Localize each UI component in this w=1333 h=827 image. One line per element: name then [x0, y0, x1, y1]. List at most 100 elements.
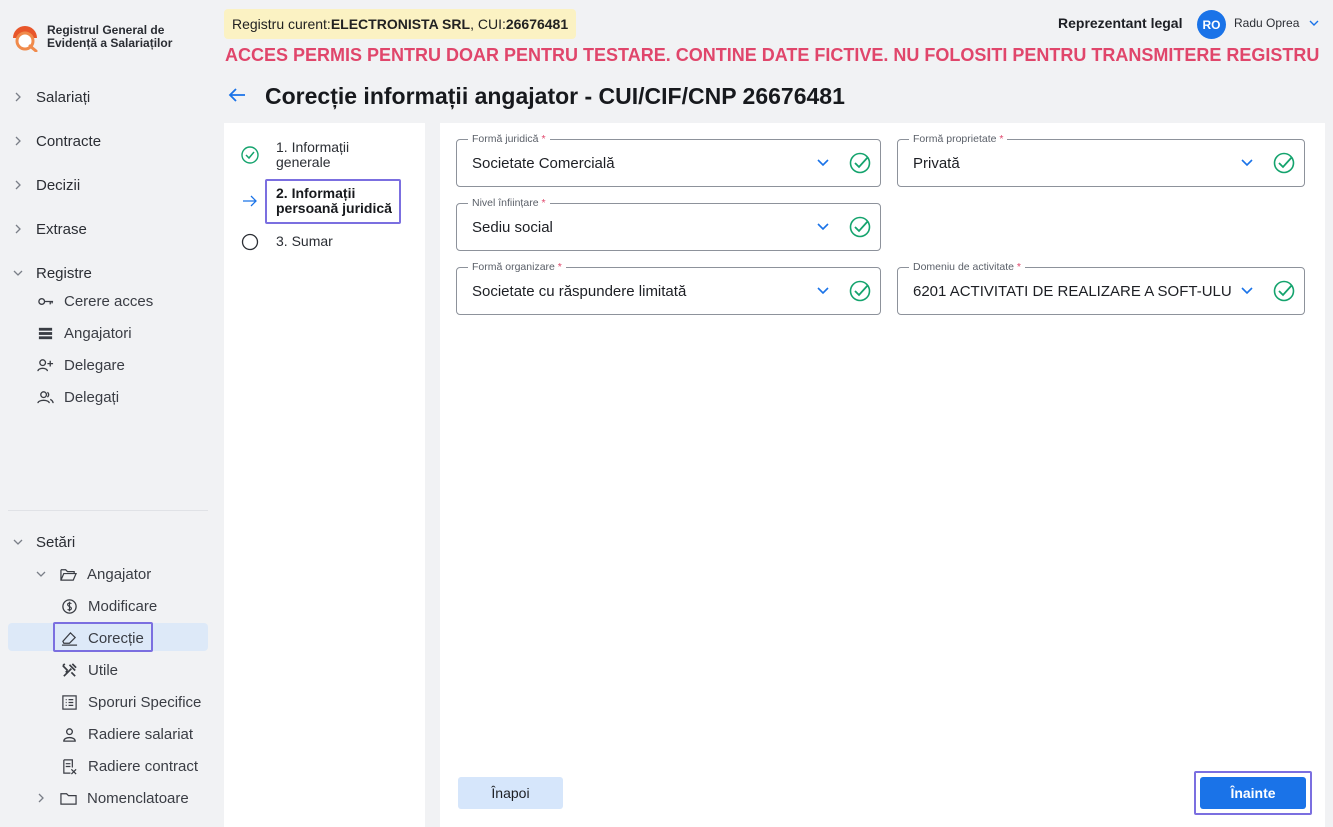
contract-remove-icon [60, 757, 78, 775]
step-informatii-generale[interactable]: 1. Informații generale [241, 140, 411, 172]
nav-sporuri-specifice-label: Sporuri Specifice [88, 693, 202, 711]
back-arrow-icon[interactable] [226, 84, 248, 106]
nav-angajatori-label: Angajatori [64, 324, 132, 342]
stepper-panel [224, 123, 425, 827]
key-icon [36, 292, 54, 310]
nav-delegati[interactable]: Delegați [36, 383, 119, 411]
nav-utile-label: Utile [88, 661, 119, 679]
nav-cerere-acces[interactable]: Cerere acces [36, 287, 153, 315]
nav-radiere-salariat-label: Radiere salariat [88, 725, 194, 743]
users-icon [36, 388, 54, 406]
forma-proprietate-select[interactable]: Formă proprietate * Privată [897, 133, 1305, 187]
nav-radiere-contract-label: Radiere contract [88, 757, 199, 775]
nav-radiere-contract[interactable]: Radiere contract [60, 752, 198, 780]
chevron-down-icon [817, 159, 829, 167]
avatar[interactable]: RO [1197, 10, 1226, 39]
chevron-down-icon [11, 535, 25, 549]
user-role: Reprezentant legal [1058, 15, 1183, 31]
check-circle-icon [1273, 280, 1295, 302]
nav-decizii-label: Decizii [36, 176, 81, 194]
nav-decizii[interactable]: Decizii [0, 171, 208, 199]
nav-utile[interactable]: Utile [60, 656, 118, 684]
back-button[interactable]: Înapoi [458, 777, 563, 809]
user-icon [60, 725, 78, 743]
domeniu-activitate-value: 6201 ACTIVITATI DE REALIZARE A SOFT-ULUI… [913, 283, 1233, 300]
registry-cui: 26676481 [505, 16, 569, 32]
registry-name: ELECTRONISTA SRL [330, 16, 471, 32]
app-logo[interactable]: Registrul General de Evidență a Salariaț… [10, 22, 197, 52]
forma-juridica-label: Formă juridică * [468, 133, 550, 145]
chevron-right-icon [11, 90, 25, 104]
step-3-label: 3. Sumar [276, 233, 333, 249]
nivel-infiintare-select[interactable]: Nivel înființare * Sediu social [456, 197, 881, 251]
nav-radiere-salariat[interactable]: Radiere salariat [60, 720, 193, 748]
nav-cerere-acces-label: Cerere acces [64, 292, 154, 310]
check-circle-icon [1273, 152, 1295, 174]
nav-nomenclatoare-label: Nomenclatoare [87, 789, 189, 807]
arrow-right-icon [243, 195, 257, 207]
current-step-highlight-frame [265, 179, 401, 224]
document-list-icon [60, 693, 78, 711]
chevron-right-icon [11, 134, 25, 148]
check-circle-icon [849, 152, 871, 174]
step-1-label: 1. Informații generale [276, 140, 349, 170]
page-title: Corecție informații angajator - CUI/CIF/… [265, 83, 845, 109]
user-add-icon [36, 356, 54, 374]
sidebar-divider [8, 510, 208, 511]
step-1-line2: generale [276, 154, 331, 170]
nav-contracte-label: Contracte [36, 132, 102, 150]
nav-registre-label: Registre [36, 264, 92, 282]
nav-salariati-label: Salariați [36, 88, 91, 106]
forma-organizare-select[interactable]: Formă organizare * Societate cu răspunde… [456, 261, 881, 315]
nav-extrase-label: Extrase [36, 220, 87, 238]
nav-extrase[interactable]: Extrase [0, 215, 208, 243]
check-circle-icon [849, 280, 871, 302]
step-sumar[interactable]: 3. Sumar [241, 233, 411, 253]
nav-registre[interactable]: Registre [0, 259, 208, 287]
nav-angajator-label: Angajator [87, 565, 152, 583]
nav-nomenclatoare[interactable]: Nomenclatoare [34, 784, 189, 812]
chevron-down-icon [817, 287, 829, 295]
nav-delegare-label: Delegare [64, 356, 125, 374]
check-circle-icon [849, 216, 871, 238]
current-registry-badge: Registru curent: ELECTRONISTA SRL, CUI: … [224, 9, 577, 39]
list-icon [36, 324, 54, 342]
chevron-right-icon [34, 791, 48, 805]
nav-contracte[interactable]: Contracte [0, 127, 208, 155]
chevron-down-icon [1241, 287, 1253, 295]
chevron-down-icon [34, 567, 48, 581]
nav-delegare[interactable]: Delegare [36, 351, 125, 379]
nav-delegati-label: Delegați [64, 388, 120, 406]
registry-sep: , CUI: [470, 16, 506, 32]
nav-setari[interactable]: Setări [0, 528, 208, 556]
nav-sporuri-specifice[interactable]: Sporuri Specifice [60, 688, 201, 716]
domeniu-activitate-select[interactable]: Domeniu de activitate * 6201 ACTIVITATI … [897, 261, 1305, 315]
registry-prefix: Registru curent: [232, 16, 331, 32]
chevron-right-icon [11, 178, 25, 192]
chevron-right-icon [11, 222, 25, 236]
user-name[interactable]: Radu Oprea [1234, 16, 1299, 30]
nav-angajatori[interactable]: Angajatori [36, 319, 132, 347]
forma-juridica-select[interactable]: Formă juridică * Societate Comercială [456, 133, 881, 187]
folder-icon [59, 789, 77, 807]
check-circle-icon [241, 146, 259, 164]
forma-proprietate-label: Formă proprietate * [909, 133, 1008, 145]
nav-setari-label: Setări [36, 533, 76, 551]
step-1-line1: 1. Informații [276, 139, 350, 155]
test-warning-banner: ACCES PERMIS PENTRU DOAR PENTRU TESTARE.… [225, 45, 1320, 65]
chevron-down-icon [11, 266, 25, 280]
nav-angajator[interactable]: Angajator [34, 560, 151, 588]
forma-organizare-label: Formă organizare * [468, 261, 566, 273]
coin-icon [60, 597, 78, 615]
next-button[interactable]: Înainte [1200, 777, 1306, 809]
chevron-down-icon[interactable] [1308, 17, 1320, 29]
logo-icon [13, 26, 38, 52]
forma-proprietate-value: Privată [913, 155, 960, 172]
tools-icon [60, 661, 78, 679]
nav-salariati[interactable]: Salariați [0, 83, 208, 111]
chevron-down-icon [1241, 159, 1253, 167]
nivel-infiintare-label: Nivel înființare * [468, 197, 550, 209]
nav-modificare[interactable]: Modificare [60, 592, 157, 620]
nav-modificare-label: Modificare [88, 597, 158, 615]
forma-juridica-value: Societate Comercială [472, 155, 615, 172]
